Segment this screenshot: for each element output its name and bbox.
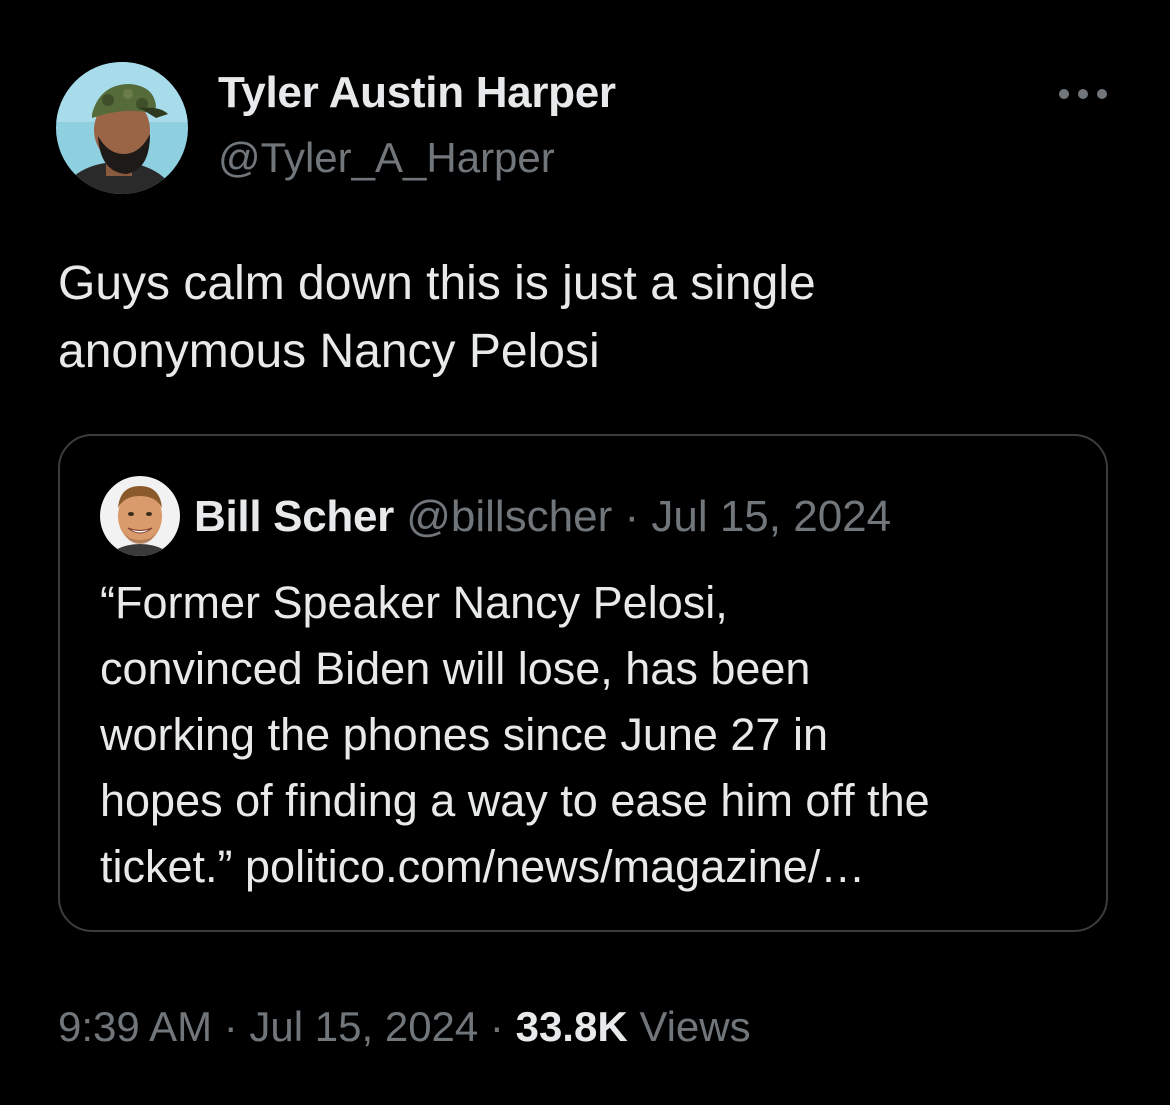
quote-author-avatar[interactable] [100,476,180,556]
views-label: Views [627,1003,751,1050]
quoted-tweet-card[interactable]: Bill Scher @billscher · Jul 15, 2024 “Fo… [58,434,1108,932]
quote-author-name[interactable]: Bill Scher [194,492,394,541]
quote-text: “Former Speaker Nancy Pelosi, convinced … [100,577,930,892]
tweet-text: Guys calm down this is just a single ano… [58,257,816,378]
tweet-footer: 9:39 AM · Jul 15, 2024 · 33.8K Views [58,1000,751,1054]
tweet: Tyler Austin Harper @Tyler_A_Harper Guys… [0,0,1170,1105]
author-handle[interactable]: @Tyler_A_Harper [218,134,555,182]
more-options-icon[interactable] [1056,82,1110,106]
user-avatar-photo-icon [100,476,180,556]
quote-header: Bill Scher @billscher · Jul 15, 2024 [194,490,891,544]
author-name[interactable]: Tyler Austin Harper [218,68,616,118]
user-avatar-photo-icon [56,62,188,194]
quote-author-meta: @billscher · Jul 15, 2024 [406,492,892,541]
views-count: 33.8K [515,1003,628,1050]
tweet-timestamp[interactable]: 9:39 AM · Jul 15, 2024 · [58,1003,516,1050]
author-avatar[interactable] [56,62,188,194]
